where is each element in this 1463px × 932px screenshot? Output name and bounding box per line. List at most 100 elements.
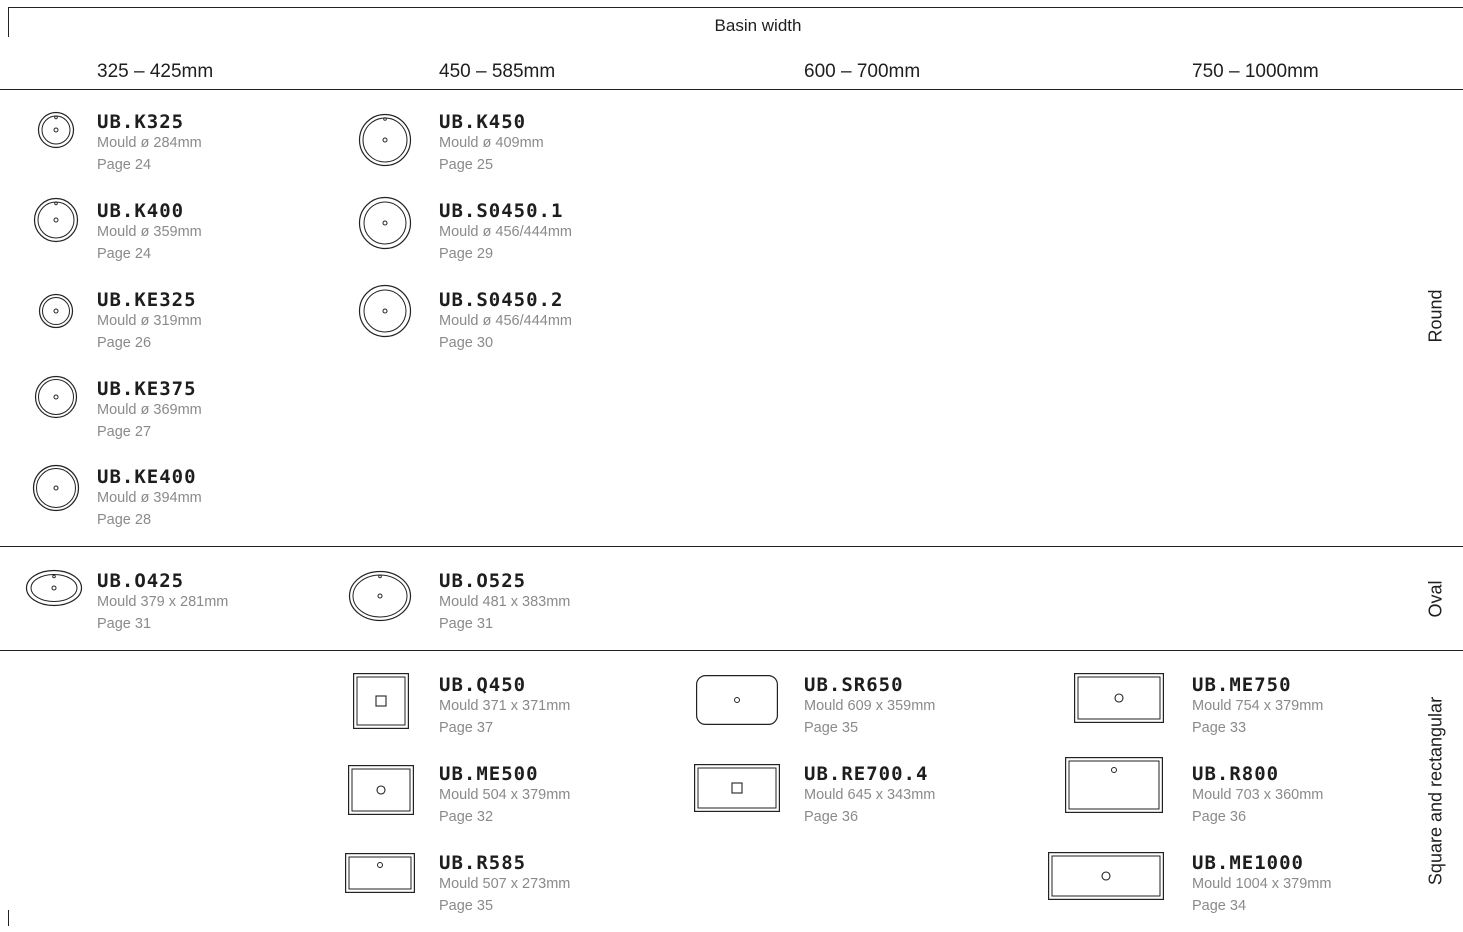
product-page: Page 25 <box>439 157 494 173</box>
product-mould: Mould 609 x 359mm <box>804 698 936 714</box>
rounded-rectangular-basin-icon <box>696 675 779 725</box>
product-page: Page 35 <box>439 898 494 914</box>
product-ub-r585: UB.R585 Mould 507 x 273mm Page 35 <box>439 852 739 932</box>
product-code: UB.SR650 <box>804 674 904 696</box>
header-divider <box>0 89 1463 90</box>
product-code: UB.KE375 <box>97 378 197 400</box>
product-page: Page 26 <box>97 335 152 351</box>
product-mould: Mould ø 456/444mm <box>439 224 572 240</box>
product-ub-me750: UB.ME750 Mould 754 x 379mm Page 33 <box>1192 674 1463 754</box>
product-ub-sr650: UB.SR650 Mould 609 x 359mm Page 35 <box>804 674 1104 754</box>
product-mould: Mould ø 369mm <box>97 402 202 418</box>
product-ub-ke400: UB.KE400 Mould ø 394mm Page 28 <box>97 466 397 546</box>
product-ub-q450: UB.Q450 Mould 371 x 371mm Page 37 <box>439 674 739 754</box>
row-label-oval: Oval <box>1425 580 1446 618</box>
product-mould: Mould ø 409mm <box>439 135 544 151</box>
product-mould: Mould ø 319mm <box>97 313 202 329</box>
header-left-rule <box>8 7 9 37</box>
header-top-rule <box>8 7 1463 8</box>
product-code: UB.R585 <box>439 852 527 874</box>
product-code: UB.R800 <box>1192 763 1280 785</box>
rectangular-basin-icon <box>345 853 416 893</box>
product-mould: Mould ø 456/444mm <box>439 313 572 329</box>
footer-left-rule <box>8 910 9 926</box>
product-mould: Mould 703 x 360mm <box>1192 787 1324 803</box>
square-basin-icon <box>353 673 409 729</box>
product-ub-k400: UB.K400 Mould ø 359mm Page 24 <box>97 200 397 280</box>
product-page: Page 31 <box>97 616 152 632</box>
product-page: Page 24 <box>97 246 152 262</box>
product-mould: Mould 754 x 379mm <box>1192 698 1324 714</box>
product-page: Page 31 <box>439 616 494 632</box>
product-code: UB.KE325 <box>97 289 197 311</box>
product-code: UB.K450 <box>439 111 527 133</box>
product-mould: Mould 504 x 379mm <box>439 787 571 803</box>
round-basin-icon <box>38 293 74 329</box>
rectangular-basin-icon <box>694 764 781 812</box>
product-mould: Mould 1004 x 379mm <box>1192 876 1332 892</box>
product-page: Page 27 <box>97 424 152 440</box>
product-mould: Mould 371 x 371mm <box>439 698 571 714</box>
round-basin-icon <box>358 113 412 167</box>
round-basin-icon <box>34 375 78 419</box>
product-code: UB.ME500 <box>439 763 539 785</box>
product-code: UB.KE400 <box>97 466 197 488</box>
product-ub-ke375: UB.KE375 Mould ø 369mm Page 27 <box>97 378 397 458</box>
product-code: UB.RE700.4 <box>804 763 929 785</box>
round-row-divider <box>0 546 1463 547</box>
product-page: Page 28 <box>97 512 152 528</box>
column-header-750-1000: 750 – 1000mm <box>1192 61 1319 82</box>
product-page: Page 36 <box>1192 809 1247 825</box>
product-ub-ke325: UB.KE325 Mould ø 319mm Page 26 <box>97 289 397 369</box>
round-basin-icon <box>358 284 412 338</box>
product-code: UB.K400 <box>97 200 185 222</box>
product-mould: Mould ø 284mm <box>97 135 202 151</box>
product-ub-r800: UB.R800 Mould 703 x 360mm Page 36 <box>1192 763 1463 843</box>
column-header-325-425: 325 – 425mm <box>97 61 214 82</box>
oval-basin-icon <box>25 569 83 607</box>
product-mould: Mould 379 x 281mm <box>97 594 229 610</box>
product-ub-k450: UB.K450 Mould ø 409mm Page 25 <box>439 111 739 191</box>
product-page: Page 24 <box>97 157 152 173</box>
product-page: Page 36 <box>804 809 859 825</box>
product-page: Page 30 <box>439 335 494 351</box>
rectangular-basin-icon <box>1065 757 1164 813</box>
product-code: UB.S0450.2 <box>439 289 564 311</box>
oval-row-divider <box>0 650 1463 651</box>
rectangular-basin-icon <box>1074 673 1165 723</box>
oval-basin-icon <box>348 570 412 622</box>
rectangular-basin-icon <box>1048 852 1165 900</box>
product-code: UB.Q450 <box>439 674 527 696</box>
product-ub-s0450-2: UB.S0450.2 Mould ø 456/444mm Page 30 <box>439 289 739 369</box>
product-page: Page 35 <box>804 720 859 736</box>
product-code: UB.ME1000 <box>1192 852 1304 874</box>
rectangular-basin-icon <box>348 765 415 815</box>
product-ub-re700-4: UB.RE700.4 Mould 645 x 343mm Page 36 <box>804 763 1104 843</box>
column-header-600-700: 600 – 700mm <box>804 61 921 82</box>
product-page: Page 32 <box>439 809 494 825</box>
product-mould: Mould 645 x 343mm <box>804 787 936 803</box>
product-ub-s0450-1: UB.S0450.1 Mould ø 456/444mm Page 29 <box>439 200 739 280</box>
product-ub-k325: UB.K325 Mould ø 284mm Page 24 <box>97 111 397 191</box>
product-mould: Mould ø 359mm <box>97 224 202 240</box>
product-ub-me1000: UB.ME1000 Mould 1004 x 379mm Page 34 <box>1192 852 1463 932</box>
column-header-450-585: 450 – 585mm <box>439 61 556 82</box>
product-code: UB.O525 <box>439 570 527 592</box>
product-mould: Mould 507 x 273mm <box>439 876 571 892</box>
round-basin-icon <box>37 111 75 149</box>
round-basin-icon <box>32 464 80 512</box>
product-mould: Mould 481 x 383mm <box>439 594 571 610</box>
product-ub-o525: UB.O525 Mould 481 x 383mm Page 31 <box>439 570 739 650</box>
product-page: Page 37 <box>439 720 494 736</box>
product-page: Page 34 <box>1192 898 1247 914</box>
product-code: UB.K325 <box>97 111 185 133</box>
basin-width-title: Basin width <box>714 16 802 35</box>
product-page: Page 33 <box>1192 720 1247 736</box>
round-basin-icon <box>33 197 79 243</box>
round-basin-icon <box>358 196 412 250</box>
product-page: Page 29 <box>439 246 494 262</box>
product-code: UB.S0450.1 <box>439 200 564 222</box>
product-code: UB.ME750 <box>1192 674 1292 696</box>
row-label-round: Round <box>1425 289 1446 343</box>
product-code: UB.O425 <box>97 570 185 592</box>
